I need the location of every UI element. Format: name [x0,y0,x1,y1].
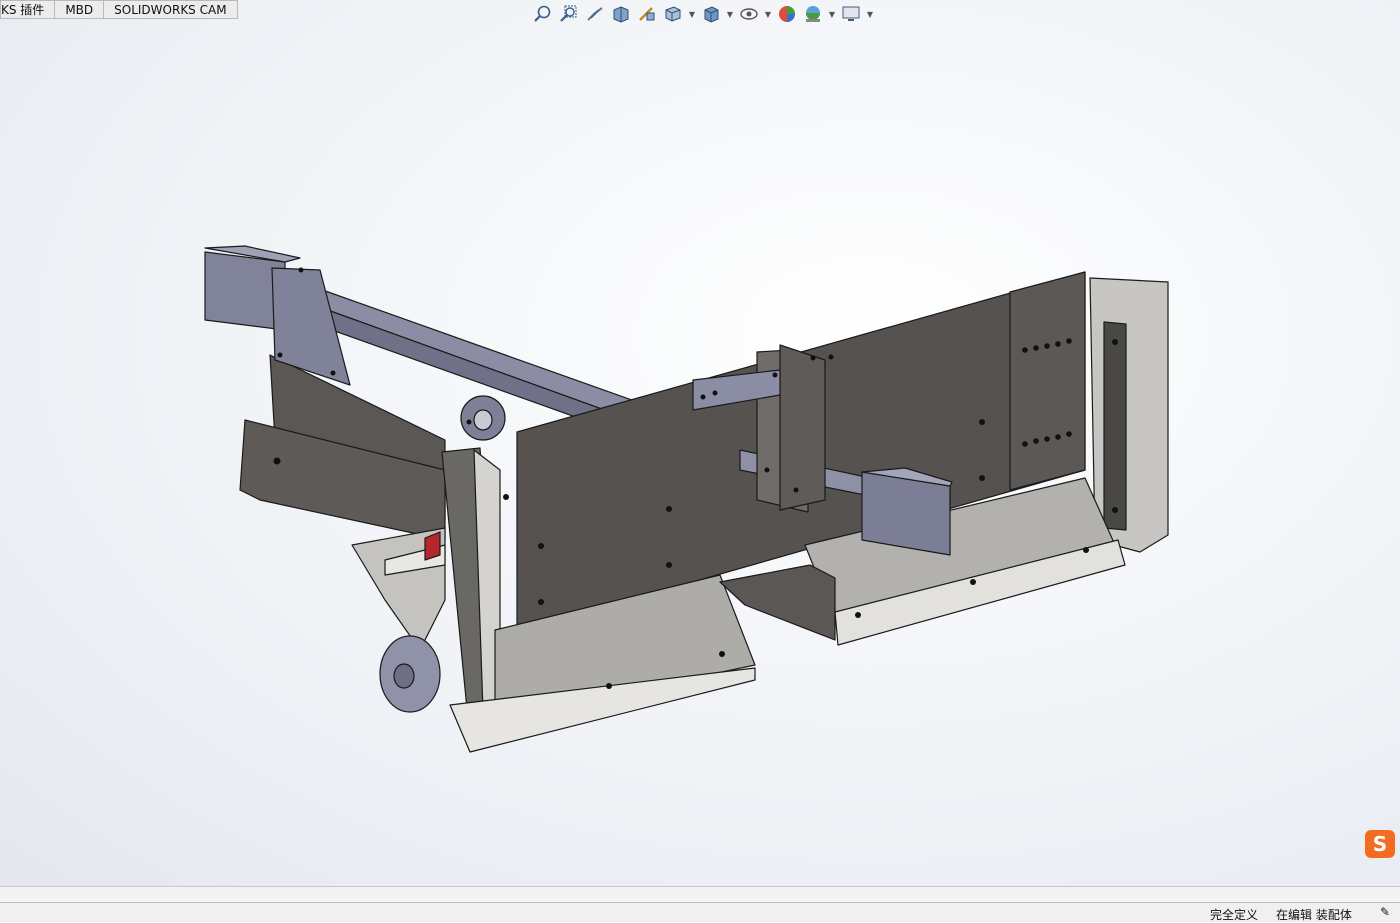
heads-up-view-toolbar: ▼ ▼ ▼ ▼ ▼ [532,2,874,26]
tab-solidworks-cam[interactable]: SOLIDWORKS CAM [104,0,238,19]
command-manager-tabs: KS 插件 MBD SOLIDWORKS CAM [0,0,238,20]
chevron-down-icon[interactable]: ▼ [828,3,836,25]
section-view-icon[interactable] [610,3,632,25]
dynamic-annotation-icon[interactable] [636,3,658,25]
view-settings-icon[interactable] [840,3,862,25]
tab-ks-addins[interactable]: KS 插件 [0,0,56,19]
chevron-down-icon[interactable]: ▼ [688,3,696,25]
chevron-down-icon[interactable]: ▼ [866,3,874,25]
zoom-to-area-icon[interactable] [558,3,580,25]
edit-appearance-icon[interactable] [776,3,798,25]
view-orientation-icon[interactable] [662,3,684,25]
hide-show-items-icon[interactable] [738,3,760,25]
chevron-down-icon[interactable]: ▼ [764,3,772,25]
notification-icon[interactable]: ✎ [1380,905,1390,919]
previous-view-icon[interactable] [584,3,606,25]
status-bar: 完全定义 在编辑 装配体 ✎ [0,902,1400,922]
apply-scene-icon[interactable] [802,3,824,25]
status-editing: 在编辑 装配体 [1276,908,1352,922]
horizontal-scrollbar[interactable] [0,886,1400,902]
graphics-area[interactable]: KS 插件 MBD SOLIDWORKS CAM ▼ ▼ ▼ ▼ ▼ S [0,0,1400,886]
chevron-down-icon[interactable]: ▼ [726,3,734,25]
tab-mbd[interactable]: MBD [55,0,105,19]
status-definition: 完全定义 [1210,908,1259,922]
zoom-to-fit-icon[interactable] [532,3,554,25]
display-style-icon[interactable] [700,3,722,25]
assembly-model[interactable] [0,0,1400,886]
sogou-ime-badge[interactable]: S [1365,830,1395,858]
